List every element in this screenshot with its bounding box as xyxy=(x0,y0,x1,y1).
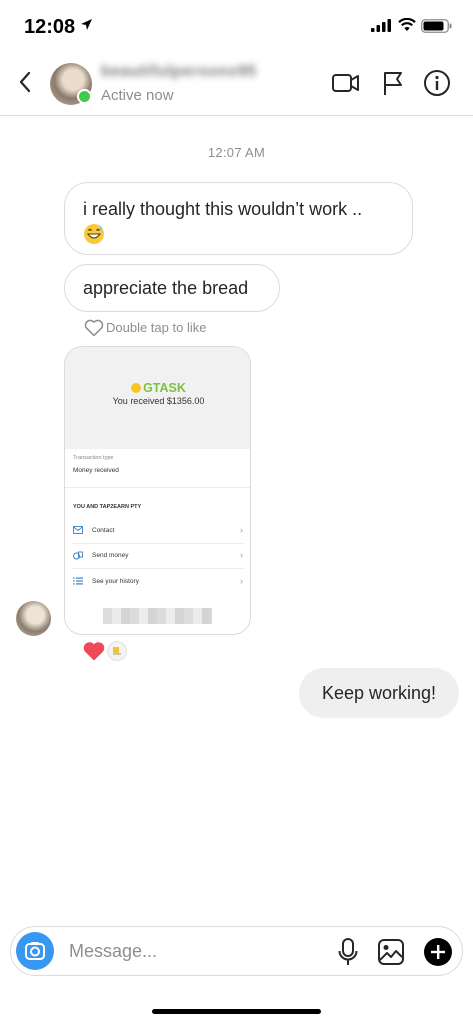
wifi-icon xyxy=(398,18,416,31)
active-status: Active now xyxy=(101,87,174,104)
outgoing-message[interactable]: Keep working! xyxy=(299,668,459,718)
message-input[interactable] xyxy=(69,937,319,965)
heart-reaction-icon[interactable] xyxy=(82,640,106,662)
chevron-right-icon: › xyxy=(240,576,243,586)
online-status-dot xyxy=(77,89,92,104)
battery-icon xyxy=(421,19,452,33)
flag-icon[interactable] xyxy=(381,69,405,97)
cellular-signal-icon xyxy=(371,19,391,32)
brand-logo: GTASK xyxy=(65,381,250,395)
incoming-message[interactable]: i really thought this wouldn’t work .. xyxy=(64,182,413,255)
brand-name: GTASK xyxy=(143,381,186,395)
list-icon xyxy=(73,577,83,585)
chat-header: beautifulpersonx95 Active now xyxy=(0,56,473,116)
card-row-send-money: Send money › xyxy=(71,549,243,563)
status-bar: 12:08 xyxy=(0,0,473,56)
received-amount: You received $1356.00 xyxy=(112,396,205,406)
row-label: See your history xyxy=(92,578,139,585)
camera-button[interactable] xyxy=(16,932,54,970)
section-title: YOU AND TAP2EARN PTY xyxy=(73,504,142,510)
divider xyxy=(73,568,244,569)
pixelated-redaction xyxy=(103,608,212,624)
gallery-icon[interactable] xyxy=(377,938,405,966)
row-label: Send money xyxy=(92,552,129,559)
status-time: 12:08 xyxy=(24,16,76,38)
image-thumbnail-icon xyxy=(113,647,121,655)
like-hint-text: Double tap to like xyxy=(106,320,207,335)
transaction-label: Transaction type xyxy=(73,455,114,461)
grinning-sweat-emoji-icon xyxy=(84,224,104,245)
mail-icon xyxy=(73,526,83,534)
reaction-thumbnail[interactable] xyxy=(107,641,127,661)
card-row-history: See your history › xyxy=(71,575,243,589)
card-row-contact: Contact › xyxy=(71,524,243,538)
message-text: appreciate the bread xyxy=(83,278,249,298)
money-icon xyxy=(73,551,83,560)
message-composer xyxy=(10,926,463,976)
divider xyxy=(73,543,244,544)
shared-payment-screenshot[interactable]: GTASK You received $1356.00 Transaction … xyxy=(64,346,251,635)
incoming-message[interactable]: appreciate the bread xyxy=(64,264,280,312)
heart-outline-icon xyxy=(84,319,104,337)
coin-icon xyxy=(131,383,142,393)
row-label: Contact xyxy=(92,527,115,534)
plus-icon xyxy=(431,945,445,959)
location-arrow-icon xyxy=(81,19,92,30)
message-timestamp: 12:07 AM xyxy=(207,145,266,160)
divider xyxy=(65,487,250,488)
transaction-value: Money received xyxy=(73,467,119,474)
message-text: Keep working! xyxy=(321,683,437,703)
video-call-icon[interactable] xyxy=(331,69,361,97)
home-indicator xyxy=(152,1009,321,1014)
sender-avatar[interactable] xyxy=(16,601,51,636)
message-text: i really thought this wouldn’t work .. xyxy=(83,199,363,219)
username[interactable]: beautifulpersonx95 xyxy=(101,63,257,81)
camera-icon xyxy=(25,942,45,960)
plus-button[interactable] xyxy=(424,938,452,966)
chevron-right-icon: › xyxy=(240,525,243,535)
microphone-icon[interactable] xyxy=(337,937,359,967)
chevron-right-icon: › xyxy=(240,550,243,560)
info-icon[interactable] xyxy=(423,69,451,97)
back-chevron-icon[interactable] xyxy=(14,68,38,96)
card-header: GTASK You received $1356.00 xyxy=(65,347,250,449)
